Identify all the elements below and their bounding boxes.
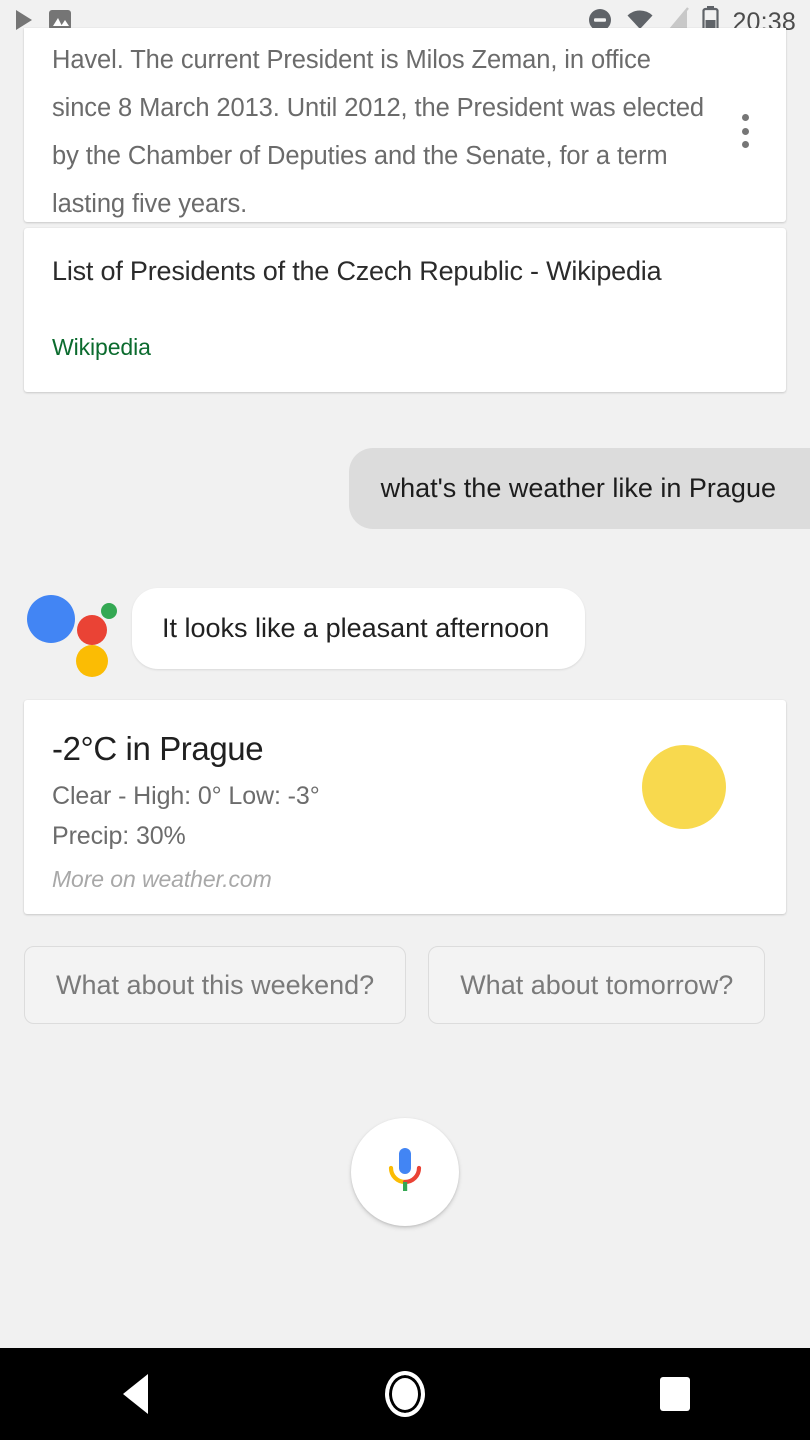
android-navigation-bar xyxy=(0,1348,810,1440)
weather-source-link[interactable]: More on weather.com xyxy=(52,866,272,893)
weather-card[interactable]: -2°C in Prague Clear - High: 0° Low: -3°… xyxy=(24,700,786,914)
recents-button[interactable] xyxy=(540,1348,810,1440)
weather-temperature: -2°C in Prague xyxy=(52,730,264,767)
assistant-logo-red-dot xyxy=(77,615,107,645)
back-triangle-icon xyxy=(122,1374,148,1414)
microphone-button[interactable] xyxy=(351,1118,459,1226)
user-query-bubble: what's the weather like in Prague xyxy=(348,448,810,529)
wikipedia-result-card[interactable]: List of Presidents of the Czech Republic… xyxy=(24,228,786,392)
weather-conditions: Clear - High: 0° Low: -3° xyxy=(52,782,320,810)
menu-dot xyxy=(741,127,749,135)
knowledge-panel-card[interactable]: Havel. The current President is Milos Ze… xyxy=(24,28,786,222)
suggestion-chip-weekend[interactable]: What about this weekend? xyxy=(24,946,407,1024)
result-source-label: Wikipedia xyxy=(52,334,151,360)
sun-icon xyxy=(642,745,726,829)
overflow-menu-icon[interactable] xyxy=(730,114,760,148)
microphone-icon xyxy=(382,1144,428,1201)
assistant-logo-green-dot xyxy=(101,603,117,619)
google-assistant-logo-icon xyxy=(27,595,117,677)
suggestion-chips-row: What about this weekend? What about tomo… xyxy=(24,946,766,1024)
assistant-logo-blue-dot xyxy=(27,595,75,643)
back-button[interactable] xyxy=(0,1348,270,1440)
knowledge-snippet-text: Havel. The current President is Milos Ze… xyxy=(52,46,705,218)
result-title[interactable]: List of Presidents of the Czech Republic… xyxy=(52,252,672,291)
home-button[interactable] xyxy=(270,1348,540,1440)
assistant-logo-yellow-dot xyxy=(76,645,108,677)
home-circle-icon xyxy=(385,1371,425,1417)
menu-dot xyxy=(741,141,749,148)
suggestion-chip-tomorrow[interactable]: What about tomorrow? xyxy=(428,946,766,1024)
menu-dot xyxy=(741,114,749,121)
weather-precipitation: Precip: 30% xyxy=(52,822,186,850)
recents-square-icon xyxy=(660,1377,690,1411)
phone-screen: 20:38 Havel. The current President is Mi… xyxy=(0,0,810,1440)
assistant-reply-bubble: It looks like a pleasant afternoon xyxy=(132,588,586,669)
